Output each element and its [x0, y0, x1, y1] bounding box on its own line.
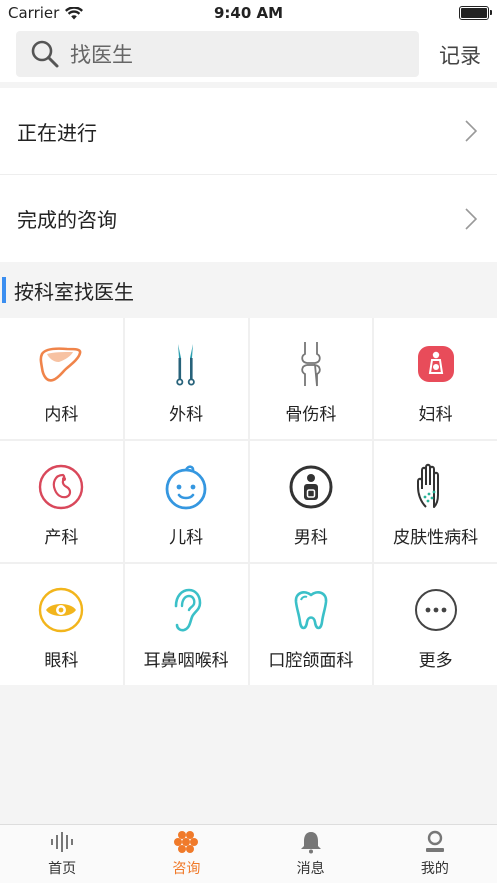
list-item-completed[interactable]: 完成的咨询	[0, 175, 497, 262]
department-internal-medicine[interactable]: 内科	[0, 318, 123, 439]
department-label: 内科	[44, 405, 79, 425]
list-item-ongoing[interactable]: 正在进行	[0, 88, 497, 175]
department-pediatrics[interactable]: 儿科	[124, 441, 248, 562]
department-ophthalmology[interactable]: 眼科	[0, 564, 123, 685]
scalpel-icon	[176, 344, 195, 386]
department-label: 皮肤性病科	[393, 528, 479, 548]
department-label: 产科	[44, 528, 79, 548]
fetus-icon	[39, 464, 84, 510]
battery-icon	[459, 6, 492, 20]
department-label: 妇科	[418, 405, 453, 425]
department-surgery[interactable]: 外科	[124, 318, 248, 439]
department-ent[interactable]: 耳鼻咽喉科	[124, 564, 248, 685]
list-item-label: 正在进行	[17, 120, 97, 145]
chevron-right-icon	[465, 120, 477, 142]
search-placeholder: 找医生	[70, 43, 133, 67]
tab-consult[interactable]: 咨询	[124, 825, 248, 883]
search-header: 找医生 记录	[0, 26, 497, 82]
department-label: 耳鼻咽喉科	[143, 651, 229, 671]
eye-icon	[39, 587, 84, 633]
tab-profile[interactable]: 我的	[373, 825, 497, 883]
department-label: 口腔颌面科	[268, 651, 354, 671]
tab-label: 我的	[420, 861, 449, 877]
tab-label: 首页	[48, 861, 77, 877]
search-icon	[31, 40, 59, 68]
hand-icon	[416, 463, 439, 508]
department-more[interactable]: 更多	[374, 564, 497, 685]
tab-home[interactable]: 首页	[0, 825, 124, 883]
tab-label: 咨询	[172, 861, 201, 877]
department-andrology[interactable]: 男科	[249, 441, 373, 562]
department-gynecology[interactable]: 妇科	[374, 318, 497, 439]
baby-face-icon	[165, 465, 207, 510]
list-item-label: 完成的咨询	[17, 208, 117, 232]
department-label: 儿科	[169, 528, 204, 548]
clock: 9:40 AM	[213, 4, 284, 22]
person-icon	[425, 830, 444, 852]
tab-messages[interactable]: 消息	[249, 825, 373, 883]
man-icon	[289, 465, 333, 509]
soundwave-icon	[51, 832, 74, 852]
department-label: 骨伤科	[285, 405, 337, 425]
tab-label: 消息	[296, 861, 325, 877]
department-label: 男科	[293, 528, 328, 548]
ear-icon	[174, 588, 202, 632]
more-icon	[414, 589, 457, 631]
record-button[interactable]: 记录	[439, 40, 481, 70]
status-bar: Carrier 9:40 AM	[0, 0, 497, 26]
department-stomatology[interactable]: 口腔颌面科	[249, 564, 373, 685]
chevron-right-icon	[465, 207, 477, 230]
bone-icon	[301, 342, 321, 387]
honeycomb-icon	[174, 831, 199, 853]
department-label: 眼科	[44, 651, 79, 671]
section-header: 按科室找医生	[0, 262, 497, 318]
liver-icon	[39, 347, 82, 382]
consult-list: 正在进行 完成的咨询	[0, 88, 497, 262]
search-input[interactable]: 找医生	[16, 31, 419, 77]
section-title: 按科室找医生	[14, 279, 134, 304]
bell-icon	[300, 832, 321, 854]
department-obstetrics[interactable]: 产科	[0, 441, 123, 562]
department-label: 外科	[169, 405, 204, 425]
bottom-tab-bar: 首页 咨询 消息 我的	[0, 824, 497, 883]
pregnant-woman-icon	[417, 346, 454, 382]
department-dermatology[interactable]: 皮肤性病科	[374, 441, 497, 562]
department-orthopedics[interactable]: 骨伤科	[249, 318, 373, 439]
department-label: 更多	[418, 651, 453, 671]
department-grid: 内科 外科 骨伤科 妇科 产科 儿科 男科 皮肤性病科 眼科 耳鼻咽喉科 口腔颌…	[0, 318, 497, 685]
tooth-icon	[294, 591, 328, 630]
section-accent-bar	[2, 277, 6, 303]
